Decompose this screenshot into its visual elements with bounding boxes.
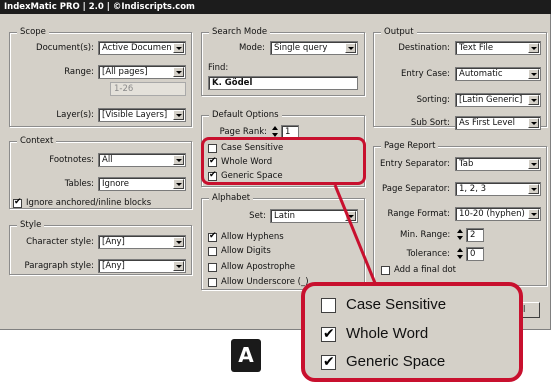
checkbox-box — [321, 297, 336, 313]
callout-case-sensitive-checkbox[interactable]: Case Sensitive — [321, 296, 446, 314]
callout-whole-word-label: Whole Word — [346, 325, 429, 342]
callout-generic-space-label: Generic Space — [346, 353, 446, 370]
checkbox-box — [321, 353, 336, 371]
checkbox-box — [321, 325, 336, 343]
callout-case-sensitive-label: Case Sensitive — [346, 296, 447, 313]
zoom-callout: Case Sensitive Whole Word Generic Space — [301, 282, 523, 382]
callout-generic-space-checkbox[interactable]: Generic Space — [321, 353, 445, 371]
callout-badge: A — [231, 339, 261, 372]
callout-whole-word-checkbox[interactable]: Whole Word — [321, 325, 428, 343]
connector-line — [333, 184, 377, 284]
